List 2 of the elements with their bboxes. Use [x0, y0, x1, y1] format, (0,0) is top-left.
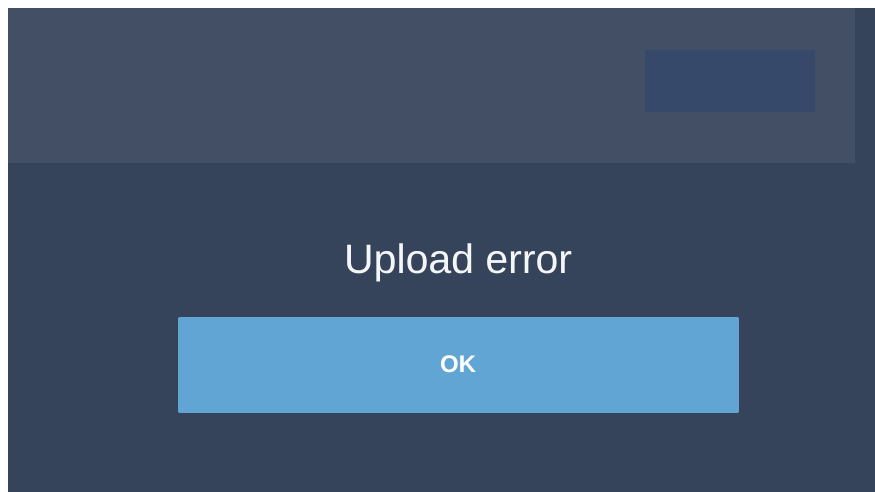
error-message: Upload error: [344, 235, 572, 283]
ok-button[interactable]: OK: [178, 317, 738, 413]
